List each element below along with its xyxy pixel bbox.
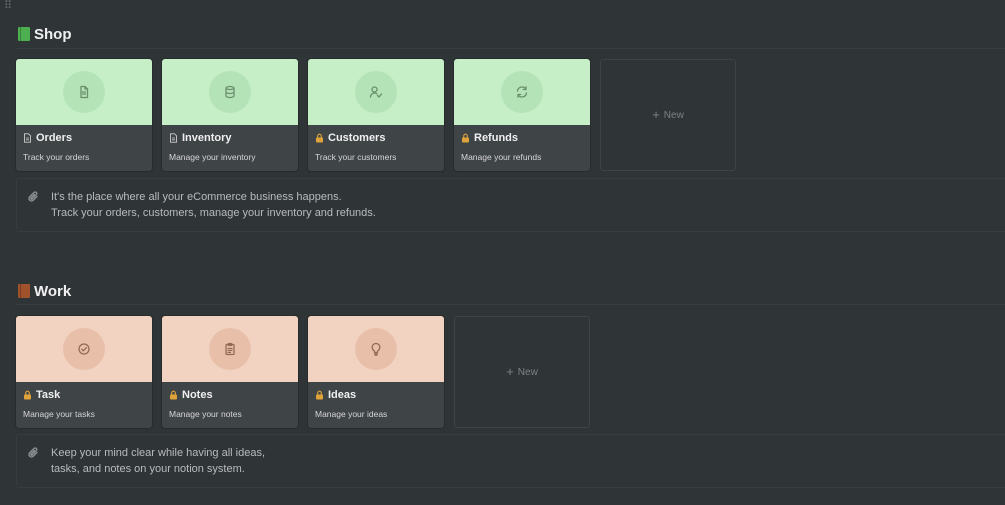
lock-icon: [461, 133, 470, 143]
page-icon: [169, 133, 178, 143]
card-title: Inventory: [182, 132, 232, 144]
icon-circle: [355, 71, 397, 113]
card-description: Manage your ideas: [315, 409, 388, 419]
lock-icon: [169, 390, 178, 400]
card-cover: [308, 316, 444, 382]
green-book-icon: [18, 27, 30, 41]
card-title: Notes: [182, 389, 213, 401]
lock-icon: [23, 390, 32, 400]
icon-circle: [501, 71, 543, 113]
card-title: Customers: [328, 132, 386, 144]
shop-section-header: Shop: [18, 23, 72, 45]
icon-circle: [355, 328, 397, 370]
lightbulb-icon: [371, 342, 381, 356]
card-title: Ideas: [328, 389, 357, 401]
card-cover: [16, 316, 152, 382]
card-title: Task: [36, 389, 61, 401]
callout-line: Track your orders, customers, manage you…: [51, 207, 376, 219]
callout-line: It's the place where all your eCommerce …: [51, 191, 342, 203]
card-notes[interactable]: Notes Manage your notes: [162, 316, 298, 428]
database-icon: [225, 85, 235, 99]
card-description: Track your orders: [23, 152, 90, 162]
icon-circle: [63, 71, 105, 113]
clipboard-icon: [225, 342, 235, 356]
new-label: New: [517, 366, 538, 378]
card-inventory[interactable]: Inventory Manage your inventory: [162, 59, 298, 171]
page-icon: [23, 133, 32, 143]
card-description: Manage your refunds: [461, 152, 542, 162]
icon-circle: [209, 71, 251, 113]
card-description: Manage your tasks: [23, 409, 95, 419]
card-cover: [454, 59, 590, 125]
new-card-button[interactable]: + New: [600, 59, 736, 171]
card-ideas[interactable]: Ideas Manage your ideas: [308, 316, 444, 428]
divider: [16, 48, 1005, 49]
paperclip-icon: [27, 446, 41, 460]
drag-handle-icon[interactable]: ⠿: [4, 1, 12, 12]
lock-icon: [315, 390, 324, 400]
card-cover: [162, 59, 298, 125]
card-cover: [308, 59, 444, 125]
card-cover: [16, 59, 152, 125]
user-check-icon: [369, 86, 383, 98]
callout-line: tasks, and notes on your notion system.: [51, 463, 245, 475]
card-title: Orders: [36, 132, 73, 144]
card-orders[interactable]: Orders Track your orders: [16, 59, 152, 171]
callout-line: Keep your mind clear while having all id…: [51, 447, 266, 459]
paperclip-icon: [27, 190, 41, 204]
card-description: Track your customers: [315, 152, 397, 162]
card-task[interactable]: Task Manage your tasks: [16, 316, 152, 428]
card-cover: [162, 316, 298, 382]
brown-book-icon: [18, 284, 30, 298]
new-label: New: [663, 109, 684, 121]
icon-circle: [63, 328, 105, 370]
card-description: Manage your inventory: [169, 152, 256, 162]
plus-icon: +: [652, 107, 660, 122]
document-icon: [80, 85, 89, 99]
lock-icon: [315, 133, 324, 143]
shop-callout: It's the place where all your eCommerce …: [16, 178, 1005, 232]
card-title: Refunds: [474, 132, 518, 144]
plus-icon: +: [506, 364, 514, 379]
divider: [16, 304, 1005, 305]
card-description: Manage your notes: [169, 409, 242, 419]
section-title: Shop: [34, 25, 72, 43]
work-callout: Keep your mind clear while having all id…: [16, 434, 1005, 488]
refresh-icon: [516, 86, 528, 98]
card-refunds[interactable]: Refunds Manage your refunds: [454, 59, 590, 171]
icon-circle: [209, 328, 251, 370]
check-circle-icon: [78, 343, 90, 355]
work-gallery: Task Manage your tasks Notes Manage your…: [16, 316, 590, 428]
new-card-button[interactable]: + New: [454, 316, 590, 428]
card-customers[interactable]: Customers Track your customers: [308, 59, 444, 171]
work-section-header: Work: [18, 280, 71, 302]
section-title: Work: [34, 282, 72, 300]
shop-gallery: Orders Track your orders Inventory Manag…: [16, 59, 736, 171]
